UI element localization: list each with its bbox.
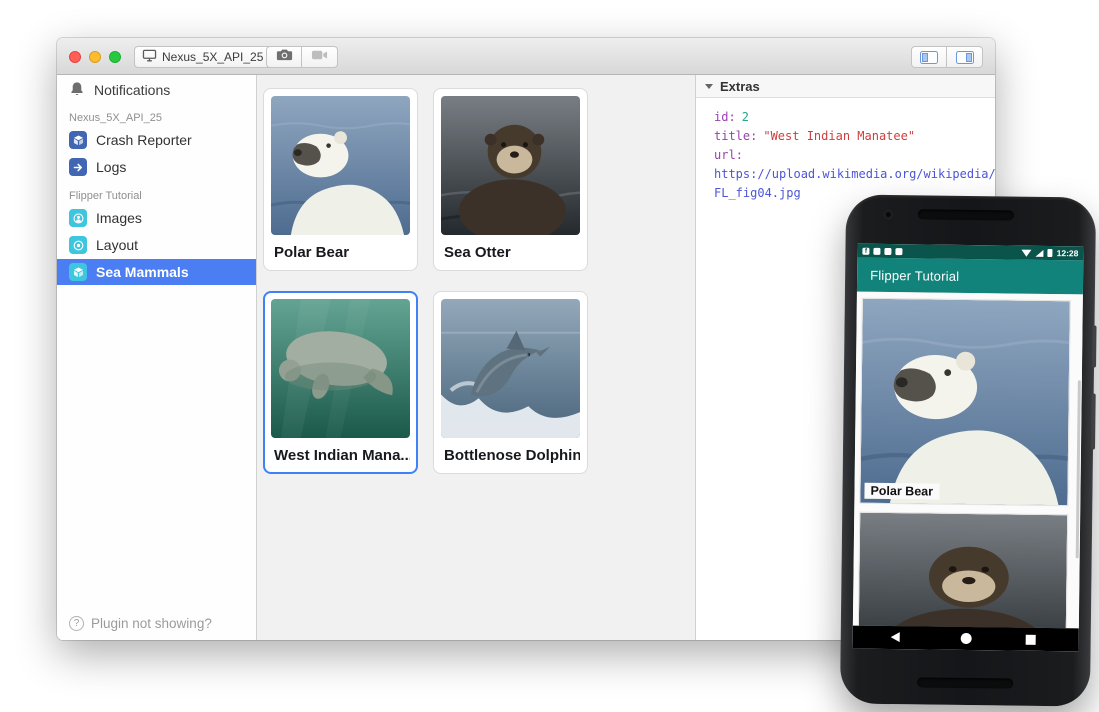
card-title: Sea Otter xyxy=(441,244,580,261)
card-sea-otter[interactable]: Sea Otter xyxy=(433,88,588,271)
data-key: url xyxy=(714,148,736,162)
sidebar: Notifications Nexus_5X_API_25 Crash Repo… xyxy=(57,75,257,640)
toggle-left-panel-button[interactable] xyxy=(911,46,947,68)
panel-toggles xyxy=(911,46,983,68)
page: Nexus_5X_API_25 xyxy=(0,0,1099,712)
sidebar-item-sea-mammals[interactable]: Sea Mammals xyxy=(57,259,256,285)
card-polar-bear[interactable]: Polar Bear xyxy=(263,88,418,271)
card-title: Polar Bear xyxy=(271,244,410,261)
card-title: West Indian Mana... xyxy=(271,447,410,464)
data-key: title xyxy=(714,129,750,143)
camera-icon xyxy=(276,48,293,66)
data-row-id: id:2 xyxy=(714,108,995,127)
capture-buttons xyxy=(266,46,338,68)
titlebar: Nexus_5X_API_25 xyxy=(57,38,995,75)
sidebar-item-layout[interactable]: Layout xyxy=(57,232,256,258)
data-row-title: title: "West Indian Manatee" xyxy=(714,127,995,146)
target-icon xyxy=(69,236,87,254)
sidebar-item-crash-reporter[interactable]: Crash Reporter xyxy=(57,127,256,153)
sea-mammals-grid: Polar Bear xyxy=(257,75,695,640)
android-app-bar: Flipper Tutorial xyxy=(857,258,1083,295)
manatee-image xyxy=(271,299,410,438)
extras-header[interactable]: Extras xyxy=(696,75,995,98)
data-value: 2 xyxy=(742,110,749,124)
device-selector-label: Nexus_5X_API_25 xyxy=(162,50,263,64)
phone-scrollbar xyxy=(1076,380,1081,558)
status-clock: 12:28 xyxy=(1057,248,1079,258)
sea-otter-image xyxy=(441,96,580,235)
phone-card-label: Polar Bear xyxy=(864,483,939,500)
message-notification-icon xyxy=(884,247,891,254)
bottom-speaker xyxy=(917,677,1013,688)
android-phone-mockup: f 12:28 Flipper Tutorial xyxy=(840,194,1096,706)
panel-left-icon xyxy=(920,51,938,64)
cube-icon xyxy=(69,131,87,149)
sidebar-item-label: Crash Reporter xyxy=(96,132,192,148)
sidebar-item-notifications[interactable]: Notifications xyxy=(57,78,256,102)
phone-screen: f 12:28 Flipper Tutorial xyxy=(853,244,1084,652)
sidebar-item-label: Sea Mammals xyxy=(96,264,189,280)
panel-right-icon xyxy=(956,51,974,64)
monitor-icon xyxy=(142,49,157,65)
triangle-down-icon xyxy=(705,84,713,89)
dolphin-image xyxy=(441,299,580,438)
front-camera-icon xyxy=(884,210,893,219)
extras-title: Extras xyxy=(720,79,760,94)
data-value: "West Indian Manatee" xyxy=(763,129,915,143)
data-row-url: url: xyxy=(714,146,995,165)
plugin-help-label: Plugin not showing? xyxy=(91,616,212,631)
data-value: https://upload.wikimedia.org/wikipedia/c… xyxy=(714,167,995,181)
card-bottlenose-dolphin[interactable]: Bottlenose Dolphin xyxy=(433,291,588,474)
close-icon[interactable] xyxy=(69,51,81,63)
card-west-indian-manatee[interactable]: West Indian Mana... xyxy=(263,291,418,474)
cube-icon xyxy=(69,263,87,281)
phone-card-polar-bear: Polar Bear xyxy=(859,298,1071,507)
phone-list: Polar Bear xyxy=(853,292,1083,629)
recents-icon xyxy=(1026,634,1036,644)
sidebar-item-images[interactable]: Images xyxy=(57,205,256,231)
app-bar-title: Flipper Tutorial xyxy=(870,267,959,283)
sidebar-item-label: Images xyxy=(96,210,142,226)
toggle-right-panel-button[interactable] xyxy=(947,46,983,68)
sidebar-item-logs[interactable]: Logs xyxy=(57,154,256,180)
phone-card-sea-otter xyxy=(857,512,1068,629)
home-icon xyxy=(960,633,971,644)
app-notification-icon xyxy=(895,248,902,255)
sidebar-item-label: Logs xyxy=(96,159,126,175)
screen-record-button[interactable] xyxy=(302,46,338,68)
battery-icon xyxy=(1048,249,1053,257)
earpiece-speaker xyxy=(918,209,1014,220)
data-separator: : xyxy=(728,110,735,124)
message-notification-icon xyxy=(873,247,880,254)
minimize-icon[interactable] xyxy=(89,51,101,63)
zoom-icon[interactable] xyxy=(109,51,121,63)
screenshot-button[interactable] xyxy=(266,46,302,68)
data-separator: : xyxy=(750,129,757,143)
android-nav-bar xyxy=(853,626,1079,652)
back-icon xyxy=(891,632,900,642)
data-key: id xyxy=(714,110,728,124)
wifi-icon xyxy=(1022,249,1032,256)
arrow-right-icon xyxy=(69,158,87,176)
cell-signal-icon xyxy=(1036,249,1044,256)
data-separator: : xyxy=(736,148,743,162)
volume-button xyxy=(1091,394,1096,450)
sidebar-item-label: Layout xyxy=(96,237,138,253)
question-circle-icon: ? xyxy=(69,616,84,631)
card-title: Bottlenose Dolphin xyxy=(441,447,580,464)
sidebar-item-label: Notifications xyxy=(94,82,170,98)
video-camera-icon xyxy=(311,48,328,66)
data-value: FL_fig04.jpg xyxy=(714,186,801,200)
plugin-help-link[interactable]: ? Plugin not showing? xyxy=(69,616,212,631)
extras-data-inspector: id:2 title:"West Indian Manatee" url: ht… xyxy=(696,98,995,203)
bell-icon xyxy=(69,81,85,100)
sidebar-section-app: Flipper Tutorial xyxy=(69,190,244,202)
sidebar-section-device: Nexus_5X_API_25 xyxy=(69,112,244,124)
device-selector-button[interactable]: Nexus_5X_API_25 xyxy=(134,46,273,68)
polar-bear-image xyxy=(271,96,410,235)
facebook-notification-icon: f xyxy=(862,247,869,254)
user-circle-icon xyxy=(69,209,87,227)
data-row-url-value1: https://upload.wikimedia.org/wikipedia/c… xyxy=(714,165,995,184)
power-button xyxy=(1092,326,1097,368)
